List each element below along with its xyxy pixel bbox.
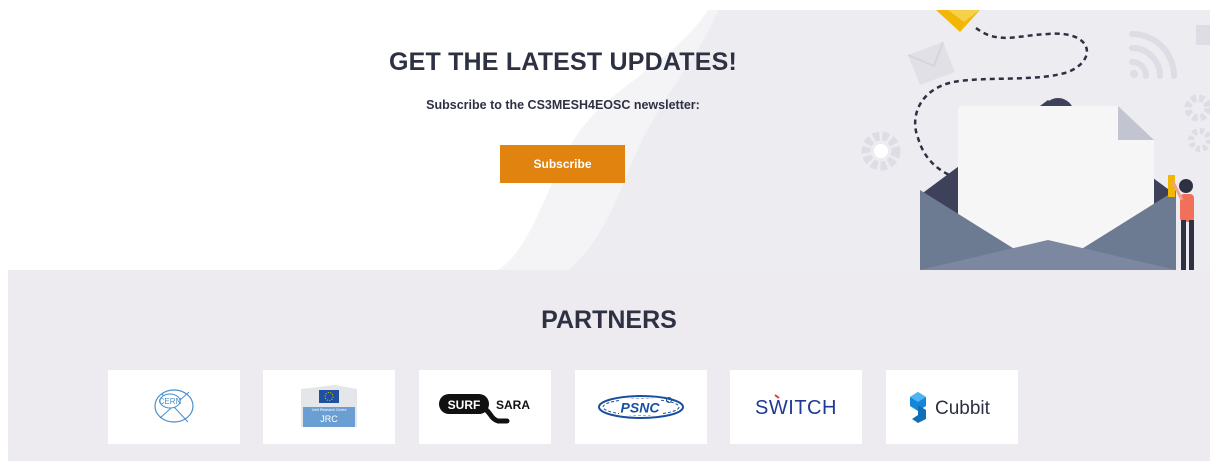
partner-logo-jrc[interactable]: Joint Research Centre JRC [263,370,395,444]
svg-text:Cubbit: Cubbit [935,398,991,419]
svg-text:SWITCH: SWITCH [755,397,837,419]
jrc-logo: Joint Research Centre JRC [301,385,357,427]
partner-logo-surfsara[interactable]: SURF SARA [419,370,551,444]
partner-logo-cern[interactable]: CERN [108,370,240,444]
switch-logo: SWITCH [755,394,837,419]
newsletter-section: GET THE LATEST UPDATES! Subscribe to the… [8,10,1210,270]
partner-logo-psnc[interactable]: PSNC [575,370,707,444]
svg-text:SURF: SURF [448,398,481,412]
newsletter-illustration [861,10,1210,270]
svg-text:PSNC: PSNC [621,400,661,416]
newsletter-subtitle: Subscribe to the CS3MESH4EOSC newsletter… [426,98,700,112]
svg-text:JRC: JRC [320,414,338,424]
partners-section: PARTNERS CERN Joint Research Centre JRC [8,270,1210,461]
svg-text:Joint Research Centre: Joint Research Centre [312,408,347,412]
partner-logo-cubbit[interactable]: Cubbit [886,370,1018,444]
newsletter-title: GET THE LATEST UPDATES! [388,48,738,76]
cubbit-logo: Cubbit [910,392,991,423]
partner-logo-switch[interactable]: SWITCH [730,370,862,444]
svg-text:SARA: SARA [496,398,530,412]
partners-title: PARTNERS [541,306,677,334]
surfsara-logo: SURF SARA [439,394,530,424]
subscribe-button[interactable]: Subscribe [500,145,625,183]
svg-text:CERN: CERN [159,397,182,406]
psnc-logo: PSNC [598,395,684,419]
cern-logo: CERN [154,389,194,423]
